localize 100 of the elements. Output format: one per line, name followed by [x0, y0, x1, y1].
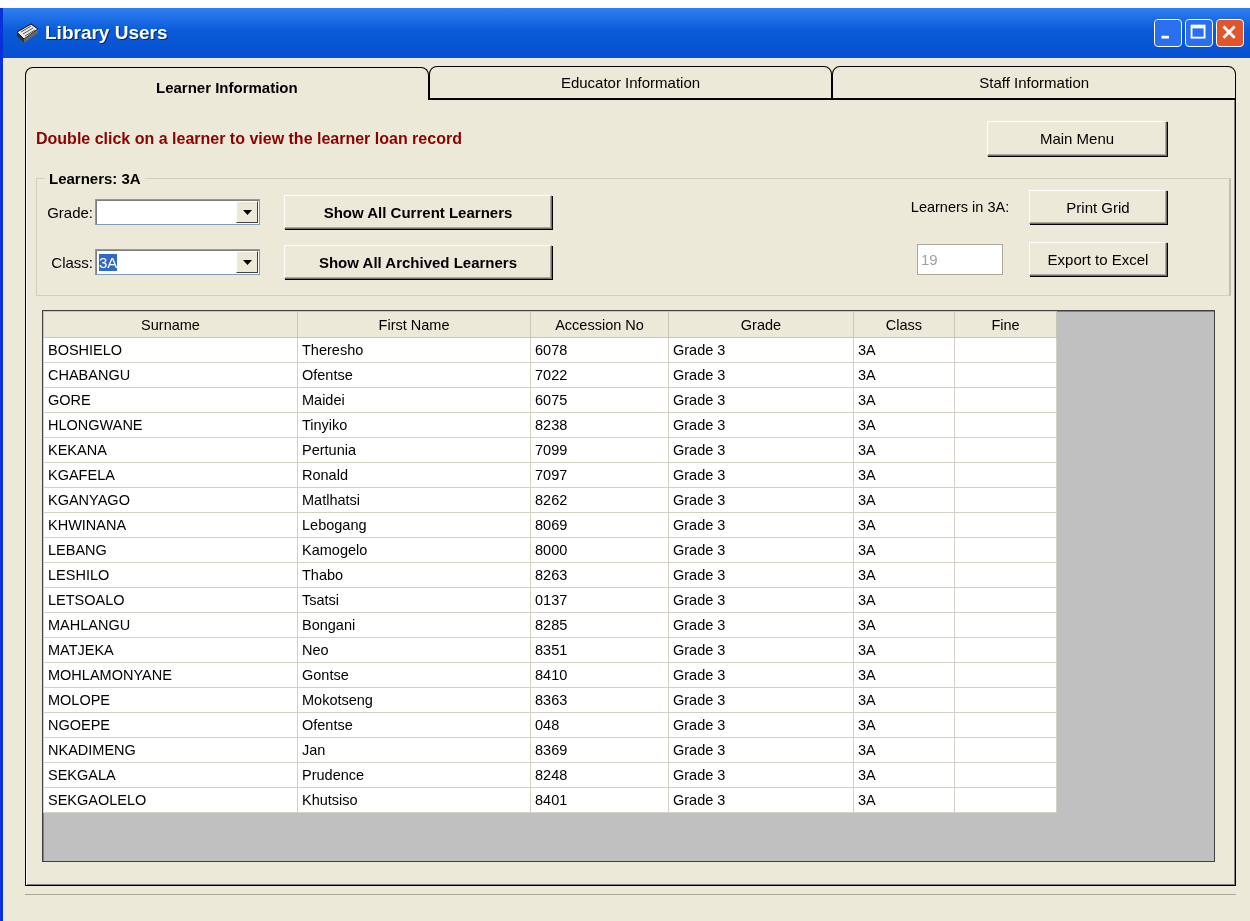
table-cell: 8369 [530, 737, 669, 763]
column-header[interactable]: Surname [43, 311, 298, 338]
dropdown-arrow-icon [242, 209, 252, 215]
table-cell: 3A [853, 487, 955, 513]
table-cell: Thabo [297, 562, 531, 588]
table-cell: 3A [853, 412, 955, 438]
maximize-button[interactable] [1185, 19, 1213, 47]
dropdown-field[interactable] [95, 199, 260, 225]
table-cell: 048 [530, 712, 669, 738]
table-cell: Grade 3 [668, 462, 854, 488]
minimize-button[interactable] [1154, 19, 1182, 47]
dropdown-field[interactable]: 3A [95, 249, 260, 275]
show-learners-button[interactable]: Show All Archived Learners [284, 245, 552, 279]
table-cell: Matlhatsi [297, 487, 531, 513]
tab[interactable]: Learner Information [25, 67, 429, 100]
table-cell: HLONGWANE [43, 412, 298, 438]
table-cell: Grade 3 [668, 412, 854, 438]
table-cell: NGOEPE [43, 712, 298, 738]
table-cell: Grade 3 [668, 637, 854, 663]
table-cell: Grade 3 [668, 612, 854, 638]
column-header[interactable]: Grade [668, 311, 854, 338]
table-cell: 8069 [530, 512, 669, 538]
table-cell: 3A [853, 712, 955, 738]
column-header[interactable]: First Name [297, 311, 531, 338]
table-cell: Grade 3 [668, 387, 854, 413]
tab[interactable]: Staff Information [832, 66, 1236, 100]
table-cell: Ronald [297, 462, 531, 488]
table-cell: BOSHIELO [43, 337, 298, 363]
table-cell: Bongani [297, 612, 531, 638]
show-learners-button[interactable]: Show All Current Learners [284, 195, 552, 229]
close-button[interactable] [1216, 19, 1244, 47]
table-cell: 0137 [530, 587, 669, 613]
column-header[interactable]: Class [853, 311, 955, 338]
table-cell: 3A [853, 562, 955, 588]
table-cell: 3A [853, 437, 955, 463]
table-cell: Pertunia [297, 437, 531, 463]
table-cell: 3A [853, 512, 955, 538]
group-title: Learners: 3A [48, 170, 142, 187]
table-cell: Grade 3 [668, 712, 854, 738]
table-cell: Grade 3 [668, 487, 854, 513]
table-cell: 3A [853, 687, 955, 713]
table-cell: MAHLANGU [43, 612, 298, 638]
table-cell: 3A [853, 787, 955, 813]
table-cell: LESHILO [43, 562, 298, 588]
table-cell: 6075 [530, 387, 669, 413]
table-cell: Khutsiso [297, 787, 531, 813]
table-cell: SEKGAOLELO [43, 787, 298, 813]
table-cell: 8263 [530, 562, 669, 588]
table-cell: 3A [853, 737, 955, 763]
table-cell: Jan [297, 737, 531, 763]
table-cell: 8351 [530, 637, 669, 663]
table-cell: 3A [853, 362, 955, 388]
table-cell: Kamogelo [297, 537, 531, 563]
table-cell: Grade 3 [668, 687, 854, 713]
table-cell: Mokotseng [297, 687, 531, 713]
table-cell: Grade 3 [668, 362, 854, 388]
main-menu-button[interactable]: Main Menu [987, 121, 1167, 156]
table-cell: LETSOALO [43, 587, 298, 613]
table-cell: 3A [853, 612, 955, 638]
table-cell: 3A [853, 587, 955, 613]
column-header[interactable]: Fine [954, 311, 1057, 338]
table-cell: Tsatsi [297, 587, 531, 613]
table-cell: Ofentse [297, 362, 531, 388]
instruction-text: Double click on a learner to view the learner loan record [36, 130, 462, 148]
table-cell: Grade 3 [668, 762, 854, 788]
print-grid-button[interactable]: Print Grid [1029, 190, 1167, 224]
table-cell: 8238 [530, 412, 669, 438]
table-cell: Lebogang [297, 512, 531, 538]
table-cell: 3A [853, 462, 955, 488]
export-button[interactable]: Export to Excel [1029, 242, 1167, 276]
table-cell: Grade 3 [668, 337, 854, 363]
table-cell: 8285 [530, 612, 669, 638]
table-cell: KGAFELA [43, 462, 298, 488]
table-cell: 3A [853, 337, 955, 363]
table-cell: LEBANG [43, 537, 298, 563]
table-cell: KGANYAGO [43, 487, 298, 513]
column-header[interactable]: Accession No [530, 311, 669, 338]
table-cell: Ofentse [297, 712, 531, 738]
table-cell: Grade 3 [668, 662, 854, 688]
tab[interactable]: Educator Information [428, 66, 833, 100]
table-cell: GORE [43, 387, 298, 413]
field-label: Class: [50, 253, 93, 271]
table-cell: 3A [853, 537, 955, 563]
table-cell: CHABANGU [43, 362, 298, 388]
table-cell: 7099 [530, 437, 669, 463]
table-cell: Neo [297, 637, 531, 663]
table-cell: MATJEKA [43, 637, 298, 663]
table-cell: Grade 3 [668, 737, 854, 763]
table-cell: Grade 3 [668, 787, 854, 813]
table-cell: 8262 [530, 487, 669, 513]
table-cell: SEKGALA [43, 762, 298, 788]
table-cell: KEKANA [43, 437, 298, 463]
window-title: Library Users [45, 22, 168, 44]
table-cell: 8000 [530, 537, 669, 563]
dropdown-arrow-icon [242, 259, 252, 265]
table-cell: 8410 [530, 662, 669, 688]
table-cell: MOLOPE [43, 687, 298, 713]
table-cell: Grade 3 [668, 437, 854, 463]
table-cell: 7097 [530, 462, 669, 488]
field-label: Grade: [46, 203, 93, 221]
